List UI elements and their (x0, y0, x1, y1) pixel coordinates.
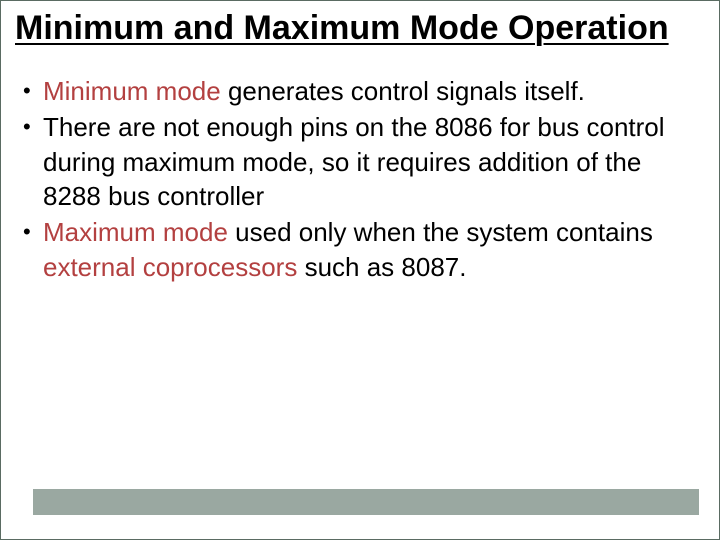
text-plain: There are not enough pins on the 8086 fo… (43, 112, 665, 211)
bullet-dot-icon: • (23, 110, 43, 143)
slide-frame: Minimum and Maximum Mode Operation • Min… (0, 0, 720, 540)
bullet-text: Maximum mode used only when the system c… (43, 215, 703, 284)
bullet-text: Minimum mode generates control signals i… (43, 74, 703, 108)
bullet-item: • There are not enough pins on the 8086 … (23, 110, 703, 213)
text-plain: such as 8087. (297, 252, 466, 282)
text-highlight: Maximum mode (43, 217, 228, 247)
slide-body: • Minimum mode generates control signals… (1, 48, 719, 284)
bullet-text: There are not enough pins on the 8086 fo… (43, 110, 703, 213)
footer-accent-bar (33, 489, 699, 515)
bullet-item: • Minimum mode generates control signals… (23, 74, 703, 108)
text-highlight: external coprocessors (43, 252, 297, 282)
bullet-dot-icon: • (23, 215, 43, 248)
slide-title: Minimum and Maximum Mode Operation (1, 1, 719, 48)
bullet-dot-icon: • (23, 74, 43, 107)
text-plain: generates control signals itself. (221, 76, 585, 106)
text-plain: used only when the system contains (228, 217, 653, 247)
bullet-item: • Maximum mode used only when the system… (23, 215, 703, 284)
text-highlight: Minimum mode (43, 76, 221, 106)
